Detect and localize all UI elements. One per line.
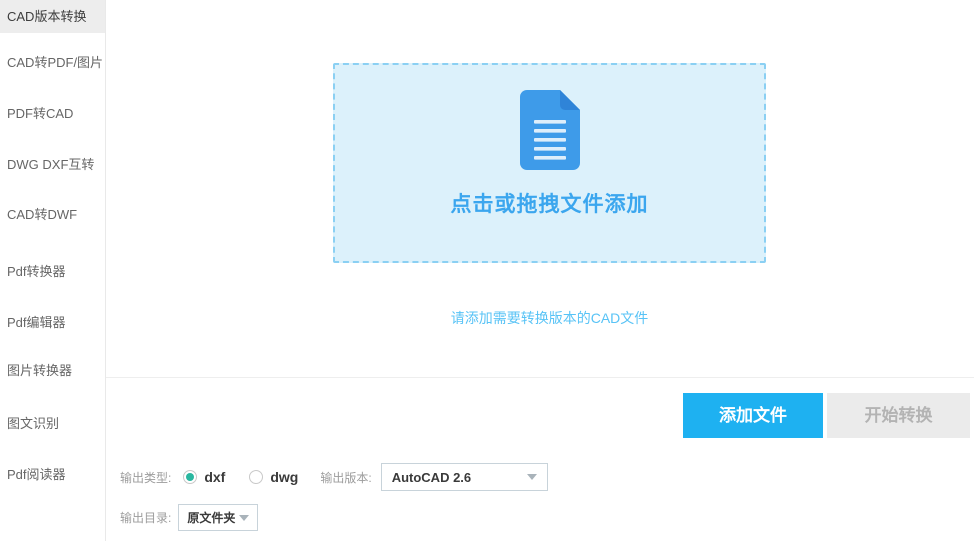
sidebar-item-cad-to-dwf[interactable]: CAD转DWF [0, 198, 105, 231]
output-type-label: 输出类型: [120, 470, 172, 485]
chevron-down-icon [239, 514, 250, 521]
output-version-select[interactable]: AutoCAD 2.6 [380, 463, 548, 491]
section-divider [106, 377, 974, 378]
dropzone-label: 点击或拖拽文件添加 [450, 193, 649, 216]
sidebar-item-image-converter[interactable]: 图片转换器 [0, 354, 105, 387]
start-convert-button[interactable]: 开始转换 [827, 393, 970, 438]
add-file-hint: 请添加需要转换版本的CAD文件 [450, 310, 649, 326]
document-icon [519, 90, 580, 170]
output-version-value: AutoCAD 2.6 [391, 469, 472, 485]
sidebar-item-ocr[interactable]: 图文识别 [0, 407, 105, 440]
add-files-button[interactable]: 添加文件 [683, 393, 823, 438]
chevron-down-icon [526, 474, 537, 480]
file-dropzone[interactable]: 点击或拖拽文件添加 [333, 63, 766, 263]
radio-dxf-selected-dot [186, 473, 195, 481]
sidebar-item-dwg-dxf-convert[interactable]: DWG DXF互转 [0, 148, 105, 181]
output-dir-select[interactable]: 原文件夹 [178, 504, 259, 531]
output-dir-value: 原文件夹 [187, 511, 236, 525]
radio-dwg-label[interactable]: dwg [270, 469, 298, 485]
sidebar: CAD版本转换 CAD转PDF/图片 PDF转CAD DWG DXF互转 CAD… [0, 0, 106, 541]
output-type-row: 输出类型: dxf dwg 输出版本: AutoCAD 2.6 [120, 463, 548, 491]
sidebar-item-cad-version-convert[interactable]: CAD版本转换 [0, 0, 105, 33]
output-version-label: 输出版本: [320, 470, 372, 485]
radio-dxf-label[interactable]: dxf [204, 469, 225, 485]
cad-converter-window: CAD版本转换 CAD转PDF/图片 PDF转CAD DWG DXF互转 CAD… [0, 0, 974, 541]
sidebar-item-cad-to-pdf-image[interactable]: CAD转PDF/图片 [0, 46, 105, 79]
sidebar-item-pdf-editor[interactable]: Pdf编辑器 [0, 306, 105, 339]
output-dir-row: 输出目录: 原文件夹 [120, 504, 259, 531]
sidebar-item-pdf-converter[interactable]: Pdf转换器 [0, 255, 105, 288]
radio-dxf[interactable] [183, 470, 198, 484]
sidebar-item-pdf-to-cad[interactable]: PDF转CAD [0, 97, 105, 130]
sidebar-item-pdf-reader[interactable]: Pdf阅读器 [0, 458, 105, 491]
output-dir-label: 输出目录: [120, 511, 172, 525]
radio-dwg[interactable] [249, 470, 264, 484]
